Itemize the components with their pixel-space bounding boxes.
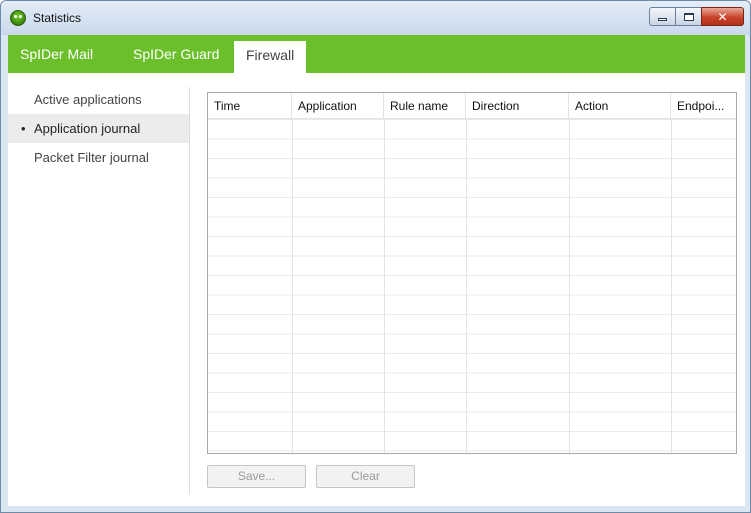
column-divider xyxy=(384,119,385,453)
tab-firewall[interactable]: Firewall xyxy=(234,41,307,73)
window-title: Statistics xyxy=(33,11,82,25)
window-controls: ✕ xyxy=(649,7,744,26)
title-bar[interactable]: Statistics ✕ xyxy=(1,1,750,35)
column-header-endpoint[interactable]: Endpoi... xyxy=(671,93,736,119)
column-divider xyxy=(466,119,467,453)
column-divider xyxy=(292,119,293,453)
tab-spider-mail[interactable]: SpIDer Mail xyxy=(8,35,105,73)
sidebar-item-label: Active applications xyxy=(34,92,142,107)
sidebar-item-label: Packet Filter journal xyxy=(34,150,149,165)
column-header-application[interactable]: Application xyxy=(292,93,384,119)
component-tab-bar: SpIDer Mail SpIDer Guard Firewall xyxy=(8,35,745,73)
tab-spider-guard[interactable]: SpIDer Guard xyxy=(121,35,231,73)
column-header-rule-name[interactable]: Rule name xyxy=(384,93,466,119)
statistics-window: Statistics ✕ SpIDer Mail SpIDer Guard Fi… xyxy=(0,0,751,513)
sidebar-item-active-applications[interactable]: Active applications xyxy=(8,85,189,114)
maximize-icon xyxy=(683,12,694,21)
firewall-panel: Active applications • Application journa… xyxy=(8,73,745,508)
maximize-button[interactable] xyxy=(675,7,701,26)
sidebar-item-application-journal[interactable]: • Application journal xyxy=(8,114,189,143)
minimize-button[interactable] xyxy=(649,7,675,26)
close-button[interactable]: ✕ xyxy=(701,7,744,26)
column-header-direction[interactable]: Direction xyxy=(466,93,569,119)
column-header-action[interactable]: Action xyxy=(569,93,671,119)
sidebar-item-label: Application journal xyxy=(34,121,141,136)
sidebar: Active applications • Application journa… xyxy=(8,85,189,172)
sidebar-divider xyxy=(189,87,190,494)
minimize-icon xyxy=(658,18,667,21)
window-bottom-border xyxy=(1,506,750,512)
clear-button[interactable]: Clear xyxy=(316,465,415,488)
selected-bullet: • xyxy=(21,121,26,136)
column-divider xyxy=(671,119,672,453)
column-header-time[interactable]: Time xyxy=(208,93,292,119)
close-icon: ✕ xyxy=(717,9,728,24)
table-header: Time Application Rule name Direction Act… xyxy=(208,93,736,119)
column-divider xyxy=(569,119,570,453)
application-journal-table[interactable]: Time Application Rule name Direction Act… xyxy=(207,92,737,454)
save-button[interactable]: Save... xyxy=(207,465,306,488)
spider-icon xyxy=(10,10,26,26)
sidebar-item-packet-filter-journal[interactable]: Packet Filter journal xyxy=(8,143,189,172)
table-body xyxy=(208,119,736,453)
